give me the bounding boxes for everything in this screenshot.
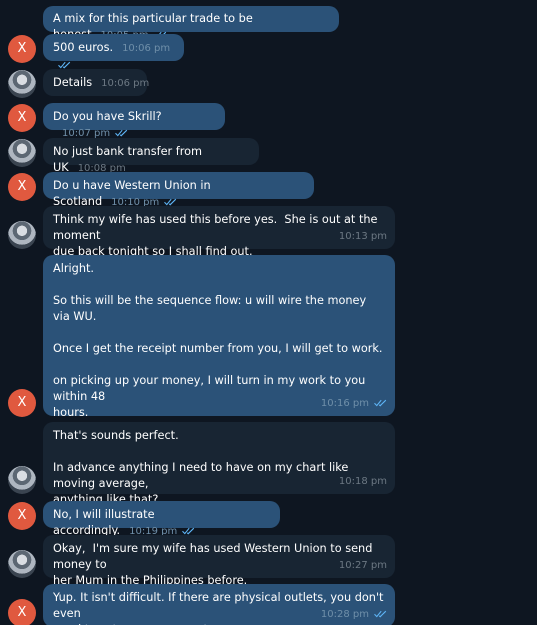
avatar[interactable]	[8, 221, 36, 249]
message-bubble[interactable]: 500 euros. 10:06 pm	[43, 34, 184, 69]
message-bubble[interactable]: Okay, I'm sure my wife has used Western …	[43, 535, 395, 587]
message-bubble[interactable]: That's sounds perfect. In advance anythi…	[43, 422, 395, 506]
message-time-status: 10:28 pm	[321, 607, 387, 623]
message-time: 10:28 pm	[320, 609, 369, 620]
double-check-icon	[58, 61, 71, 69]
message-text: That's sounds perfect. In advance anythi…	[53, 429, 349, 506]
avatar[interactable]: X	[8, 173, 36, 201]
avatar[interactable]	[8, 70, 36, 98]
avatar[interactable]: X	[8, 599, 36, 625]
avatar[interactable]: X	[8, 35, 36, 63]
message-time: 10:06 pm	[122, 43, 171, 54]
avatar[interactable]	[8, 139, 36, 167]
message-bubble[interactable]: Alright. So this will be the sequence fl…	[43, 255, 395, 451]
message-bubble[interactable]: Do u have Western Union in Scotland 10:10…	[43, 172, 314, 208]
message-text: Do you have Skrill?	[53, 110, 162, 123]
message-bubble[interactable]: Yup. It isn't difficult. If there are ph…	[43, 584, 395, 625]
avatar[interactable]	[8, 550, 36, 578]
avatar[interactable]: X	[8, 389, 36, 417]
chat-history: A mix for this particular trade to be ho…	[0, 0, 537, 625]
double-check-icon	[374, 399, 387, 407]
message-text: Think my wife has used this before yes. …	[53, 213, 378, 258]
message-time-status: 10:16 pm	[321, 396, 387, 412]
double-check-icon	[164, 198, 177, 206]
message-text: No just bank transfer from UK	[53, 145, 206, 174]
message-time: 10:27 pm	[338, 560, 387, 571]
message-text: Okay, I'm sure my wife has used Western …	[53, 542, 373, 587]
avatar[interactable]: X	[8, 104, 36, 132]
double-check-icon	[182, 527, 195, 535]
message-text: 500 euros.	[53, 41, 114, 54]
message-text: Details	[53, 76, 93, 89]
message-bubble[interactable]: No just bank transfer from UK 10:08 pm	[43, 138, 259, 174]
message-time: 10:06 pm	[101, 78, 150, 89]
message-time: 10:18 pm	[338, 476, 387, 487]
message-bubble[interactable]: No, I will illustrate accordingly. 10:19 …	[43, 501, 280, 537]
message-bubble[interactable]: A mix for this particular trade to be ho…	[43, 6, 339, 41]
message-bubble[interactable]: Details 10:06 pm	[43, 69, 150, 96]
message-time: 10:13 pm	[338, 231, 387, 242]
double-check-icon	[374, 610, 387, 618]
avatar[interactable]	[8, 466, 36, 494]
message-bubble[interactable]: Do you have Skrill?10:07 pm	[43, 103, 225, 139]
message-time: 10:16 pm	[320, 398, 369, 409]
avatar[interactable]: X	[8, 502, 36, 530]
double-check-icon	[115, 129, 128, 137]
message-bubble[interactable]: Think my wife has used this before yes. …	[43, 206, 395, 258]
